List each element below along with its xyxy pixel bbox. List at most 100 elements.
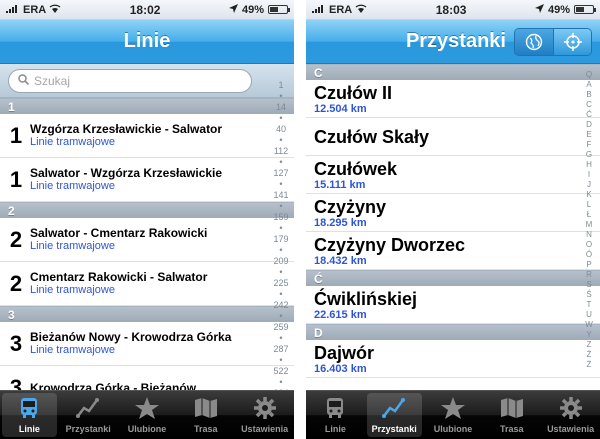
index-entry[interactable]: 259 (268, 322, 294, 333)
gear-icon (252, 396, 278, 422)
search-input[interactable]: Szukaj (8, 69, 252, 93)
stop-row[interactable]: Czułów II 12.504 km (306, 80, 600, 118)
index-entry[interactable]: 242 (268, 300, 294, 311)
battery-percent: 49% (547, 3, 570, 16)
line-row[interactable]: 1 Salwator - Wzgórza Krzesławickie Linie t… (0, 158, 294, 202)
line-route: Krowodrza Górka - Bieżanów (30, 380, 197, 391)
index-entry[interactable]: • (268, 157, 294, 168)
index-letter[interactable]: F (578, 140, 600, 150)
tab-trasa[interactable]: Trasa (484, 393, 539, 437)
index-letter[interactable]: C (578, 100, 600, 110)
stop-row[interactable]: Czułówek 15.111 km (306, 156, 600, 194)
index-entry[interactable]: • (268, 333, 294, 344)
tab-przystanki[interactable]: Przystanki (366, 393, 422, 437)
index-letter[interactable]: T (578, 300, 600, 310)
line-row[interactable]: 1 Wzgórza Krzesławickie - Salwator Linie t… (0, 114, 294, 158)
index-letter[interactable]: S (578, 280, 600, 290)
bus-icon (322, 396, 348, 422)
line-row[interactable]: 2 Salwator - Cmentarz Rakowicki Linie tram… (0, 218, 294, 262)
index-entry[interactable]: 287 (268, 344, 294, 355)
stop-row[interactable]: Dajwór 16.403 km (306, 340, 600, 378)
index-entry[interactable]: • (268, 311, 294, 322)
globe-icon[interactable] (515, 28, 553, 55)
index-entry[interactable]: 40 (268, 124, 294, 135)
index-entry[interactable]: 14 (268, 102, 294, 113)
index-letter[interactable]: E (578, 130, 600, 140)
index-letter[interactable]: L (578, 200, 600, 210)
index-letter[interactable]: Ś (578, 290, 600, 300)
index-entry[interactable]: 127 (268, 168, 294, 179)
index-entry[interactable]: • (268, 377, 294, 388)
index-letter[interactable]: I (578, 170, 600, 180)
tab-ulubione[interactable]: Ulubione (120, 393, 175, 437)
index-letter[interactable]: P (578, 260, 600, 270)
index-entry[interactable]: • (268, 135, 294, 146)
index-entry[interactable]: • (268, 201, 294, 212)
tab-ustawienia[interactable]: Ustawienia (543, 393, 598, 437)
index-entry[interactable]: • (268, 245, 294, 256)
index-entry[interactable]: 209 (268, 256, 294, 267)
index-letter[interactable]: Ć (578, 110, 600, 120)
stop-row[interactable]: Czułów Skały (306, 118, 600, 156)
index-letter[interactable]: Y (578, 330, 600, 340)
index-letter[interactable]: N (578, 230, 600, 240)
index-entry[interactable]: 1 (268, 80, 294, 91)
lines-list: 1 1 Wzgórza Krzesławickie - Salwator Linie … (0, 98, 294, 390)
index-letter[interactable]: D (578, 120, 600, 130)
index-entry[interactable]: 159 (268, 212, 294, 223)
locate-icon[interactable] (553, 28, 591, 55)
nav-bar: Przystanki (306, 20, 600, 64)
search-placeholder: Szukaj (34, 74, 71, 88)
index-letter[interactable]: Ó (578, 250, 600, 260)
index-entry[interactable]: • (268, 91, 294, 102)
tab-linie[interactable]: Linie (2, 393, 57, 437)
index-letter[interactable]: J (578, 180, 600, 190)
index-letter[interactable]: Z (578, 340, 600, 350)
index-entry[interactable]: • (268, 113, 294, 124)
tab-label: Trasa (194, 424, 218, 434)
index-entry[interactable]: 112 (268, 146, 294, 157)
index-letter[interactable]: Ł (578, 210, 600, 220)
section-index[interactable]: 1 • 14 • 40 • 112 • 127 • 141 • 159 • 179 • 209 • 225 • 242 •… (268, 80, 294, 399)
alphabet-index[interactable]: QABCĆDEFGHIJKLŁMNOÓPRSŚTUWYZŹŻ (578, 70, 600, 370)
index-letter[interactable]: M (578, 220, 600, 230)
tab-linie[interactable]: Linie (308, 393, 363, 437)
map-icon (193, 396, 219, 422)
stop-row[interactable]: Czyżyny Dworzec 18.432 km (306, 232, 600, 270)
line-row[interactable]: 3 Bieżanów Nowy - Krowodrza Górka Linie tr… (0, 322, 294, 366)
stop-row[interactable]: Czyżyny 18.295 km (306, 194, 600, 232)
index-letter[interactable]: K (578, 190, 600, 200)
index-letter[interactable]: G (578, 150, 600, 160)
tab-przystanki[interactable]: Przystanki (61, 393, 116, 437)
stop-row[interactable]: Ćwiklińskiej 22.615 km (306, 286, 600, 324)
index-letter[interactable]: Ż (578, 360, 600, 370)
tab-ulubione[interactable]: Ulubione (426, 393, 481, 437)
index-entry[interactable]: 225 (268, 278, 294, 289)
index-entry[interactable]: 522 (268, 366, 294, 377)
tab-label: Ustawienia (241, 424, 289, 434)
index-letter[interactable]: H (578, 160, 600, 170)
signal-icon (6, 4, 20, 16)
index-letter[interactable]: Q (578, 70, 600, 80)
index-entry[interactable]: • (268, 355, 294, 366)
index-letter[interactable]: Ź (578, 350, 600, 360)
index-letter[interactable]: A (578, 80, 600, 90)
index-entry[interactable]: • (268, 267, 294, 278)
index-letter[interactable]: W (578, 320, 600, 330)
index-letter[interactable]: U (578, 310, 600, 320)
tab-trasa[interactable]: Trasa (178, 393, 233, 437)
index-entry[interactable]: 179 (268, 234, 294, 245)
index-entry[interactable]: • (268, 223, 294, 234)
view-mode-switch (514, 27, 592, 56)
index-entry[interactable]: 141 (268, 190, 294, 201)
page-title: Linie (123, 30, 171, 52)
index-entry[interactable]: • (268, 179, 294, 190)
index-letter[interactable]: O (578, 240, 600, 250)
tab-ustawienia[interactable]: Ustawienia (237, 393, 292, 437)
bus-icon (16, 396, 42, 422)
index-entry[interactable]: • (268, 289, 294, 300)
index-letter[interactable]: R (578, 270, 600, 280)
line-row[interactable]: 3 Krowodrza Górka - Bieżanów (0, 366, 294, 390)
index-letter[interactable]: B (578, 90, 600, 100)
line-row[interactable]: 2 Cmentarz Rakowicki - Salwator Linie tram… (0, 262, 294, 306)
